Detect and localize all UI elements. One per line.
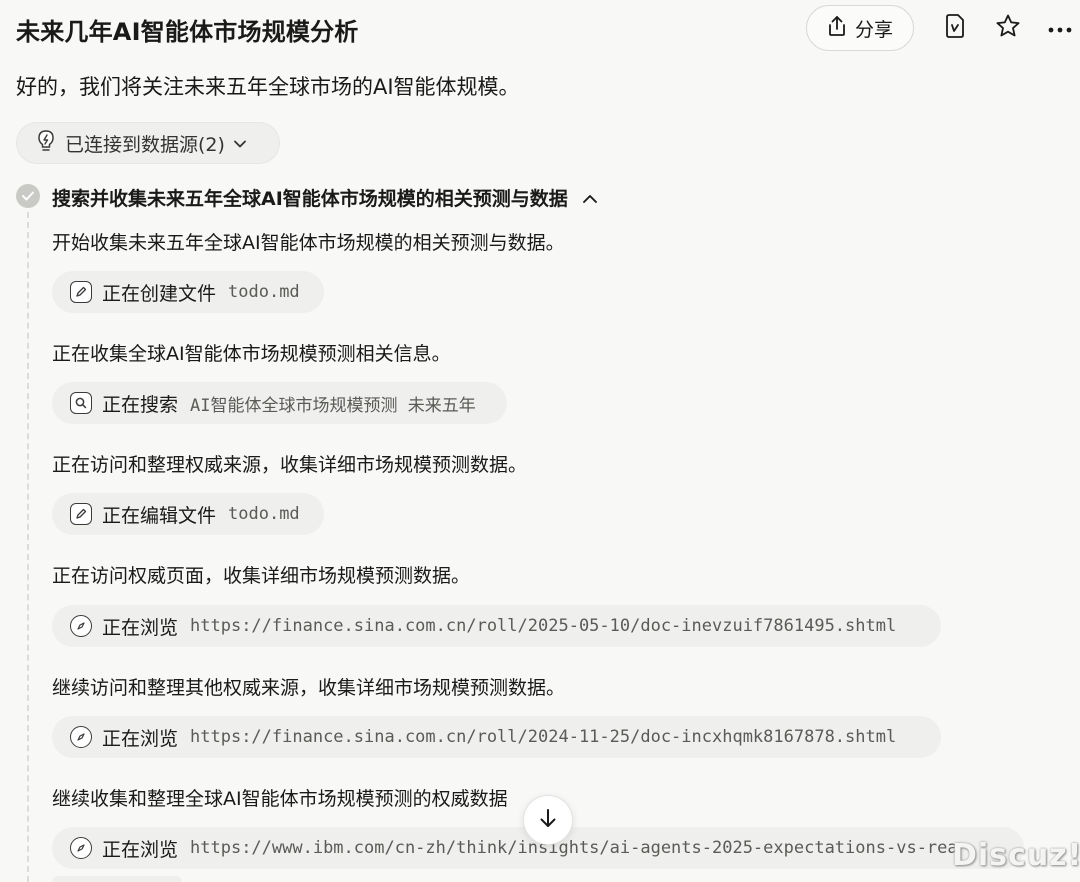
data-source-toggle[interactable]: 已连接到数据源(2) bbox=[16, 122, 280, 164]
file-icon-button[interactable] bbox=[939, 12, 971, 44]
edit-icon bbox=[70, 281, 92, 303]
more-icon bbox=[1047, 19, 1073, 38]
share-label: 分享 bbox=[854, 18, 893, 41]
step-timeline-line bbox=[27, 212, 29, 882]
step-header-toggle[interactable]: 搜索并收集未来五年全球AI智能体市场规模的相关预测与数据 bbox=[52, 184, 598, 211]
share-button[interactable]: 分享 bbox=[806, 5, 914, 51]
action-target: AI智能体全球市场规模预测 未来五年 bbox=[190, 395, 476, 416]
action-chip[interactable]: 正在浏览 https://finance.sina.com.cn/roll/20… bbox=[52, 605, 941, 647]
action-verb: 正在浏览 bbox=[102, 727, 179, 750]
search-icon bbox=[70, 392, 92, 414]
action-target: https://finance.sina.com.cn/roll/2024-11… bbox=[190, 727, 897, 747]
scroll-to-bottom-button[interactable] bbox=[523, 795, 573, 845]
action-verb: 正在浏览 bbox=[102, 838, 179, 861]
step-log-text: 正在访问和整理权威来源，收集详细市场规模预测数据。 bbox=[52, 454, 528, 476]
step-title: 搜索并收集未来五年全球AI智能体市场规模的相关预测与数据 bbox=[52, 188, 568, 210]
step-done-check-icon bbox=[16, 184, 40, 208]
next-action-chip-partial bbox=[52, 876, 182, 882]
favorite-button[interactable] bbox=[992, 12, 1024, 44]
action-chip[interactable]: 正在搜索 AI智能体全球市场规模预测 未来五年 bbox=[52, 382, 507, 424]
watermark-logo: Discuz! bbox=[952, 838, 1080, 873]
step-log-text: 继续收集和整理全球AI智能体市场规模预测的权威数据 bbox=[52, 788, 508, 810]
step-log-text: 正在访问权威页面，收集详细市场规模预测数据。 bbox=[52, 565, 471, 587]
chevron-up-icon bbox=[582, 187, 598, 209]
data-source-label: 已连接到数据源(2) bbox=[65, 133, 225, 156]
header-bar: 未来几年AI智能体市场规模分析 分享 bbox=[0, 0, 1080, 56]
action-verb: 正在搜索 bbox=[102, 393, 179, 416]
action-chip[interactable]: 正在浏览 https://finance.sina.com.cn/roll/20… bbox=[52, 716, 941, 758]
action-chip[interactable]: 正在编辑文件 todo.md bbox=[52, 493, 324, 535]
compass-icon bbox=[70, 726, 92, 748]
step-log-text: 正在收集全球AI智能体市场规模预测相关信息。 bbox=[52, 343, 451, 365]
action-verb: 正在编辑文件 bbox=[102, 504, 217, 527]
file-icon bbox=[943, 13, 967, 43]
share-icon bbox=[827, 15, 847, 42]
action-verb: 正在浏览 bbox=[102, 616, 179, 639]
step-log-text: 开始收集未来五年全球AI智能体市场规模的相关预测与数据。 bbox=[52, 232, 565, 254]
page-title: 未来几年AI智能体市场规模分析 bbox=[16, 18, 359, 46]
action-target: todo.md bbox=[228, 282, 300, 302]
compass-icon bbox=[70, 837, 92, 859]
star-icon bbox=[995, 13, 1021, 43]
action-target: todo.md bbox=[228, 504, 300, 524]
action-chip[interactable]: 正在创建文件 todo.md bbox=[52, 271, 324, 313]
edit-icon bbox=[70, 503, 92, 525]
compass-icon bbox=[70, 615, 92, 637]
action-target: https://www.ibm.com/cn-zh/think/insights… bbox=[190, 838, 958, 858]
conversation-page: 未来几年AI智能体市场规模分析 分享 好的，我们将关注未来五年全球市场的AI智能… bbox=[0, 0, 1080, 882]
chevron-down-icon bbox=[233, 132, 247, 154]
assistant-intro-text: 好的，我们将关注未来五年全球市场的AI智能体规模。 bbox=[16, 75, 520, 99]
action-target: https://finance.sina.com.cn/roll/2025-05… bbox=[190, 616, 897, 636]
more-button[interactable] bbox=[1044, 12, 1076, 44]
arrow-down-icon bbox=[538, 807, 558, 833]
bulb-icon bbox=[35, 129, 57, 158]
action-verb: 正在创建文件 bbox=[102, 282, 217, 305]
step-log-text: 继续访问和整理其他权威来源，收集详细市场规模预测数据。 bbox=[52, 677, 566, 699]
